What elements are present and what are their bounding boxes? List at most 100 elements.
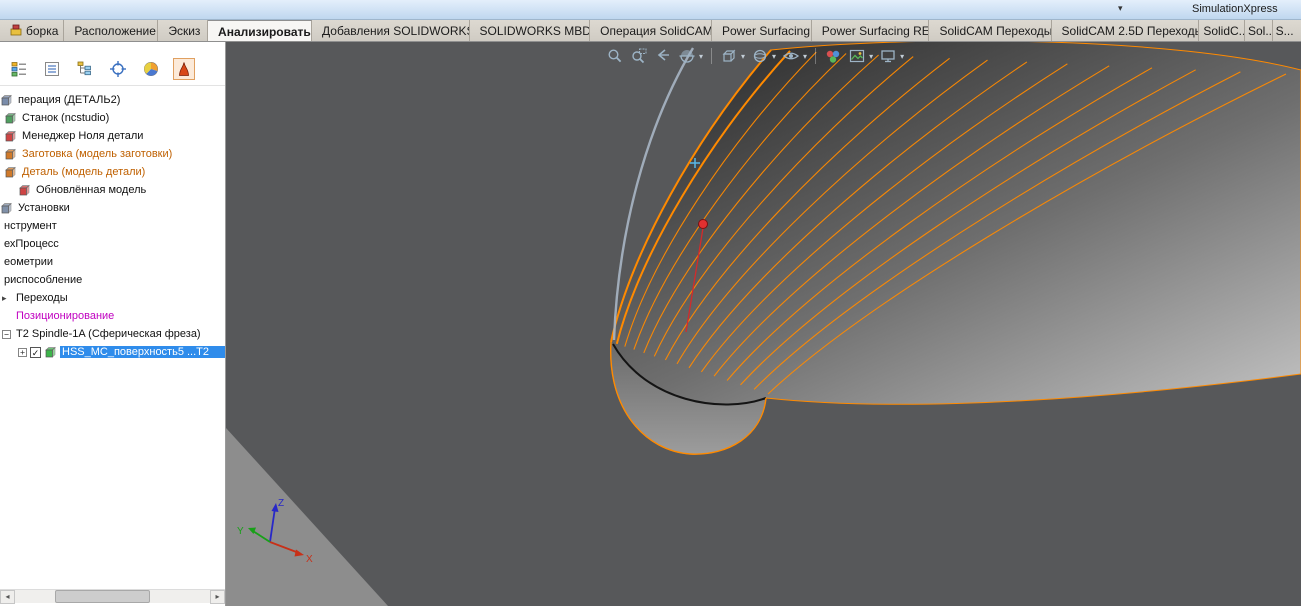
tab-label: SolidCAM 2.5D Переходы xyxy=(1061,24,1200,38)
command-manager-tab-bar: борка Расположение Эскиз Анализировать Добав… xyxy=(0,20,1301,42)
tab-label: Расположение xyxy=(74,24,156,38)
tree-item[interactable]: Станок (ncstudio) xyxy=(0,109,225,127)
view-settings-icon[interactable] xyxy=(878,46,898,66)
dropdown-arrow-icon[interactable]: ▾ xyxy=(900,52,904,61)
tree-item[interactable]: + ✓ HSS_MC_поверхность5 ...T2 xyxy=(0,343,225,361)
title-bar: ▾ SimulationXpress xyxy=(0,0,1301,20)
featuremanager-tree-icon[interactable] xyxy=(8,58,30,80)
tree-item-label: Станок (ncstudio) xyxy=(22,112,110,124)
tab-0[interactable]: борка xyxy=(0,20,65,41)
toolbar-options-dropdown-icon[interactable]: ▾ xyxy=(1118,3,1123,14)
tree-item[interactable]: нструмент xyxy=(0,217,225,235)
tree-item[interactable]: ехПроцесс xyxy=(0,235,225,253)
dropdown-arrow-icon[interactable]: ▾ xyxy=(699,52,703,61)
section-view-icon[interactable] xyxy=(677,46,697,66)
triad-x-label: X xyxy=(306,554,313,565)
tree-item[interactable]: Менеджер Ноля детали xyxy=(0,127,225,145)
configurationmanager-icon[interactable] xyxy=(74,58,96,80)
tab-8[interactable]: Power Surfacing RE xyxy=(811,20,930,41)
display-style-icon[interactable] xyxy=(750,46,770,66)
tab-label: Эскиз xyxy=(168,24,201,38)
3d-scene: Z X Y xyxy=(226,42,1301,606)
tab-label: Sol... xyxy=(1248,24,1273,38)
tree-item-label: перация (ДЕТАЛЬ2) xyxy=(18,94,121,106)
scroll-left-icon[interactable]: ◂ xyxy=(0,589,15,604)
tree-item-label: Переходы xyxy=(16,292,68,304)
tree-item-label: Обновлённая модель xyxy=(36,184,147,196)
zero-manager-icon xyxy=(4,130,17,143)
tab-label: SOLIDWORKS MBD xyxy=(479,24,591,38)
tab-label: Операция SolidCAM xyxy=(600,24,712,38)
dropdown-arrow-icon[interactable]: ▾ xyxy=(772,52,776,61)
tab-2[interactable]: Эскиз xyxy=(158,20,209,41)
tab-13[interactable]: S... xyxy=(1272,20,1301,41)
displaymanager-icon[interactable] xyxy=(140,58,162,80)
surface-operation-icon xyxy=(44,346,57,359)
stock-model-icon xyxy=(4,148,17,161)
blade-surface[interactable] xyxy=(610,42,1301,455)
triad-y-label: Y xyxy=(237,526,244,537)
dropdown-arrow-icon[interactable]: ▾ xyxy=(803,52,807,61)
edit-appearance-icon[interactable] xyxy=(823,46,843,66)
zoom-fit-icon[interactable] xyxy=(605,46,625,66)
tree-item[interactable]: Позиционирование xyxy=(0,307,225,325)
tab-3[interactable]: Анализировать xyxy=(208,20,313,41)
tab-label: SolidC... xyxy=(1203,24,1245,38)
tab-7[interactable]: Power Surfacing xyxy=(711,20,812,41)
tree-item-label: Деталь (модель детали) xyxy=(22,166,146,178)
solidcam-manager-icon[interactable] xyxy=(173,58,195,80)
tab-4[interactable]: Добавления SOLIDWORKS xyxy=(312,20,470,41)
collapse-minus-icon[interactable]: − xyxy=(2,329,11,339)
apply-scene-icon[interactable] xyxy=(847,46,867,66)
expand-plus-icon[interactable]: + xyxy=(18,347,27,357)
propertymanager-icon[interactable] xyxy=(41,58,63,80)
tab-1[interactable]: Расположение xyxy=(64,20,159,41)
tree-horizontal-scrollbar[interactable]: ◂ ▸ xyxy=(0,589,225,604)
view-orientation-icon[interactable] xyxy=(719,46,739,66)
tab-label: Power Surfacing xyxy=(721,24,811,38)
tree-item-label: ехПроцесс xyxy=(4,238,59,250)
graphics-area[interactable]: Z X Y ▾ ▾ ▾ ▾ ▾ ▾ xyxy=(226,42,1301,606)
solidcam-feature-tree: перация (ДЕТАЛЬ2) Станок (ncstudio) Менедж… xyxy=(0,91,225,361)
scrollbar-track[interactable] xyxy=(15,589,210,604)
feature-manager-tab-icons xyxy=(0,42,225,86)
tree-item[interactable]: Деталь (модель детали) xyxy=(0,163,225,181)
tab-label: Анализировать xyxy=(218,24,311,39)
tab-6[interactable]: Операция SolidCAM xyxy=(590,20,712,41)
hide-show-items-icon[interactable] xyxy=(781,46,801,66)
tree-item[interactable]: еометрии xyxy=(0,253,225,271)
tree-item[interactable]: риспособление xyxy=(0,271,225,289)
tab-label: Power Surfacing RE xyxy=(821,24,930,38)
tree-item[interactable]: Обновлённая модель xyxy=(0,181,225,199)
tree-item[interactable]: Установки xyxy=(0,199,225,217)
tree-item-label: Менеджер Ноля детали xyxy=(22,130,144,142)
tree-item-label: еометрии xyxy=(4,256,53,268)
tab-11[interactable]: SolidC... xyxy=(1199,20,1245,41)
heads-up-view-toolbar: ▾ ▾ ▾ ▾ ▾ ▾ xyxy=(605,46,905,66)
dimxpertmanager-icon[interactable] xyxy=(107,58,129,80)
triad-z-label: Z xyxy=(278,498,284,509)
tab-9[interactable]: SolidCAM Переходы xyxy=(929,20,1052,41)
expand-arrow-icon[interactable]: ▸ xyxy=(2,293,11,304)
machine-icon xyxy=(4,112,17,125)
tree-item[interactable]: − T2 Spindle-1A (Сферическая фреза) xyxy=(0,325,225,343)
tree-item[interactable]: ▸ Переходы xyxy=(0,289,225,307)
toolbar-separator xyxy=(815,48,817,64)
scroll-right-icon[interactable]: ▸ xyxy=(210,589,225,604)
tab-label: S... xyxy=(1275,24,1294,38)
tree-item-label: риспособление xyxy=(4,274,83,286)
tree-item-label: Установки xyxy=(18,202,70,214)
operation-icon xyxy=(0,94,13,107)
visibility-checkbox[interactable]: ✓ xyxy=(30,346,41,358)
previous-view-icon[interactable] xyxy=(653,46,673,66)
dropdown-arrow-icon[interactable]: ▾ xyxy=(869,52,873,61)
dropdown-arrow-icon[interactable]: ▾ xyxy=(741,52,745,61)
zoom-area-icon[interactable] xyxy=(629,46,649,66)
scrollbar-thumb[interactable] xyxy=(55,589,150,603)
tab-10[interactable]: SolidCAM 2.5D Переходы xyxy=(1051,20,1200,41)
tree-item[interactable]: перация (ДЕТАЛЬ2) xyxy=(0,91,225,109)
tab-5[interactable]: SOLIDWORKS MBD xyxy=(469,20,591,41)
tab-12[interactable]: Sol... xyxy=(1245,20,1273,41)
tree-item-label: HSS_MC_поверхность5 ...T2 xyxy=(60,346,225,358)
tree-item[interactable]: Заготовка (модель заготовки) xyxy=(0,145,225,163)
